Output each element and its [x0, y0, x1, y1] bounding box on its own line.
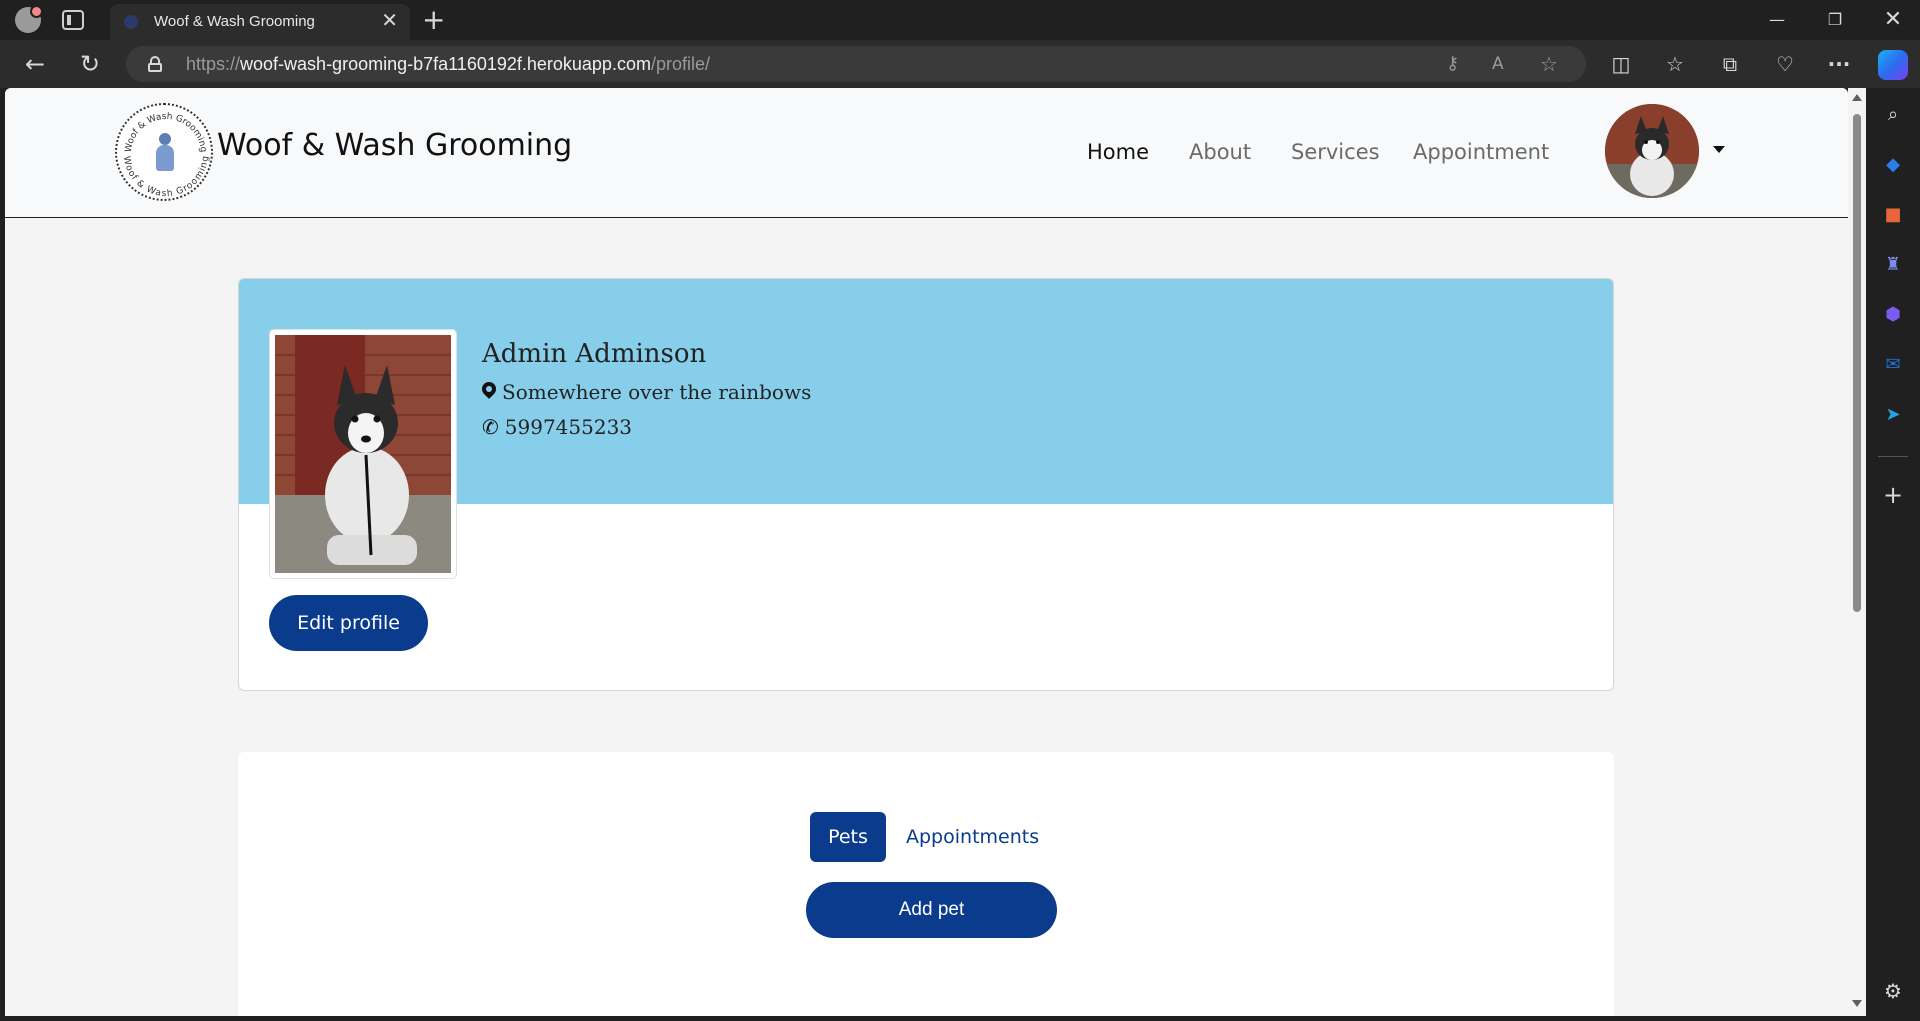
sidebar-outlook-icon[interactable]: ✉	[1880, 352, 1906, 378]
url-path: /profile/	[650, 54, 710, 74]
add-pet-button[interactable]: Add pet	[806, 882, 1057, 938]
sidebar-search-icon[interactable]: ⌕	[1880, 102, 1906, 128]
site-logo[interactable]: Woof & Wash Grooming Woof & Wash Groomin…	[115, 103, 213, 201]
close-tab-icon[interactable]: ✕	[381, 10, 398, 30]
phone-text: 5997455233	[504, 415, 633, 439]
site-brand[interactable]: Woof & Wash Grooming	[217, 128, 572, 163]
favicon-icon	[124, 15, 138, 29]
site-header: Woof & Wash Grooming Woof & Wash Groomin…	[5, 88, 1848, 218]
collections-icon[interactable]: ⧉	[1715, 52, 1745, 76]
reload-icon[interactable]: ↻	[72, 50, 108, 78]
close-window-icon[interactable]: ✕	[1864, 0, 1920, 40]
address-bar[interactable]: https://woof-wash-grooming-b7fa1160192f.…	[126, 46, 1586, 82]
restore-icon[interactable]: ❐	[1806, 0, 1864, 40]
password-key-icon[interactable]: ⚷	[1446, 52, 1459, 76]
map-pin-icon	[482, 382, 496, 402]
favorites-icon[interactable]: ☆	[1660, 52, 1690, 76]
read-aloud-icon[interactable]: A	[1492, 52, 1504, 76]
browser-sidebar: ⌕ ◆ ■ ♜ ⬢ ✉ ➤ + ⚙	[1866, 88, 1920, 1021]
profile-photo	[275, 335, 451, 573]
favorite-star-icon[interactable]: ☆	[1540, 52, 1558, 76]
sidebar-drop-icon[interactable]: ➤	[1880, 402, 1906, 428]
url-text[interactable]: https://woof-wash-grooming-b7fa1160192f.…	[186, 54, 710, 75]
profile-phone: ✆ 5997455233	[482, 415, 632, 439]
nav-about[interactable]: About	[1189, 140, 1251, 164]
tab-appointments[interactable]: Appointments	[906, 826, 1039, 848]
url-prefix: https://	[186, 54, 241, 74]
scroll-thumb[interactable]	[1853, 114, 1861, 612]
scroll-up-icon[interactable]	[1852, 94, 1862, 101]
browser-tab[interactable]: Woof & Wash Grooming ✕	[110, 4, 410, 40]
sidebar-add-icon[interactable]: +	[1880, 482, 1906, 508]
browser-titlebar: Woof & Wash Grooming ✕ + — ❐ ✕	[0, 0, 1920, 40]
location-text: Somewhere over the rainbows	[502, 380, 812, 404]
nav-appointment[interactable]: Appointment	[1413, 140, 1549, 164]
page-scrollbar[interactable]	[1848, 88, 1866, 1016]
tab-pets[interactable]: Pets	[810, 812, 886, 862]
back-arrow-icon[interactable]: ←	[17, 50, 53, 78]
minimize-icon[interactable]: —	[1748, 0, 1806, 40]
scroll-down-icon[interactable]	[1852, 1000, 1862, 1007]
profile-card: Admin Adminson Somewhere over the rainbo…	[238, 278, 1614, 691]
sidebar-games-icon[interactable]: ♜	[1880, 252, 1906, 278]
sidebar-settings-icon[interactable]: ⚙	[1880, 978, 1906, 1004]
url-host: woof-wash-grooming-b7fa1160192f.herokuap…	[240, 54, 651, 74]
user-menu-caret-icon[interactable]	[1713, 146, 1725, 153]
browser-essentials-icon[interactable]: ♡	[1770, 52, 1800, 76]
copilot-icon[interactable]	[1878, 50, 1908, 80]
phone-icon: ✆	[482, 415, 499, 439]
profile-avatar-icon	[15, 5, 43, 33]
new-tab-icon[interactable]: +	[422, 4, 445, 36]
nav-home[interactable]: Home	[1087, 140, 1149, 164]
sidebar-m365-icon[interactable]: ⬢	[1880, 302, 1906, 328]
sidebar-shopping-icon[interactable]: ◆	[1880, 152, 1906, 178]
split-screen-icon[interactable]: ◫	[1606, 52, 1636, 76]
dog-logo-icon	[153, 133, 177, 173]
lock-icon[interactable]	[148, 56, 162, 72]
profile-photo-frame	[269, 329, 457, 579]
sidebar-tools-icon[interactable]: ■	[1880, 202, 1906, 228]
browser-profile-button[interactable]	[12, 5, 44, 34]
more-options-icon[interactable]: ···	[1824, 52, 1854, 76]
tab-title: Woof & Wash Grooming	[154, 13, 315, 30]
profile-location: Somewhere over the rainbows	[482, 380, 811, 404]
tab-actions-icon[interactable]	[62, 10, 84, 30]
page-viewport: Woof & Wash Grooming Woof & Wash Groomin…	[5, 88, 1848, 1016]
edit-profile-button[interactable]: Edit profile	[269, 595, 428, 651]
nav-services[interactable]: Services	[1291, 140, 1380, 164]
sidebar-divider	[1878, 456, 1908, 457]
user-avatar[interactable]	[1605, 104, 1699, 198]
husky-avatar-image	[1605, 104, 1699, 198]
profile-name: Admin Adminson	[482, 339, 707, 369]
pets-card: Pets Appointments Add pet	[238, 752, 1614, 1016]
